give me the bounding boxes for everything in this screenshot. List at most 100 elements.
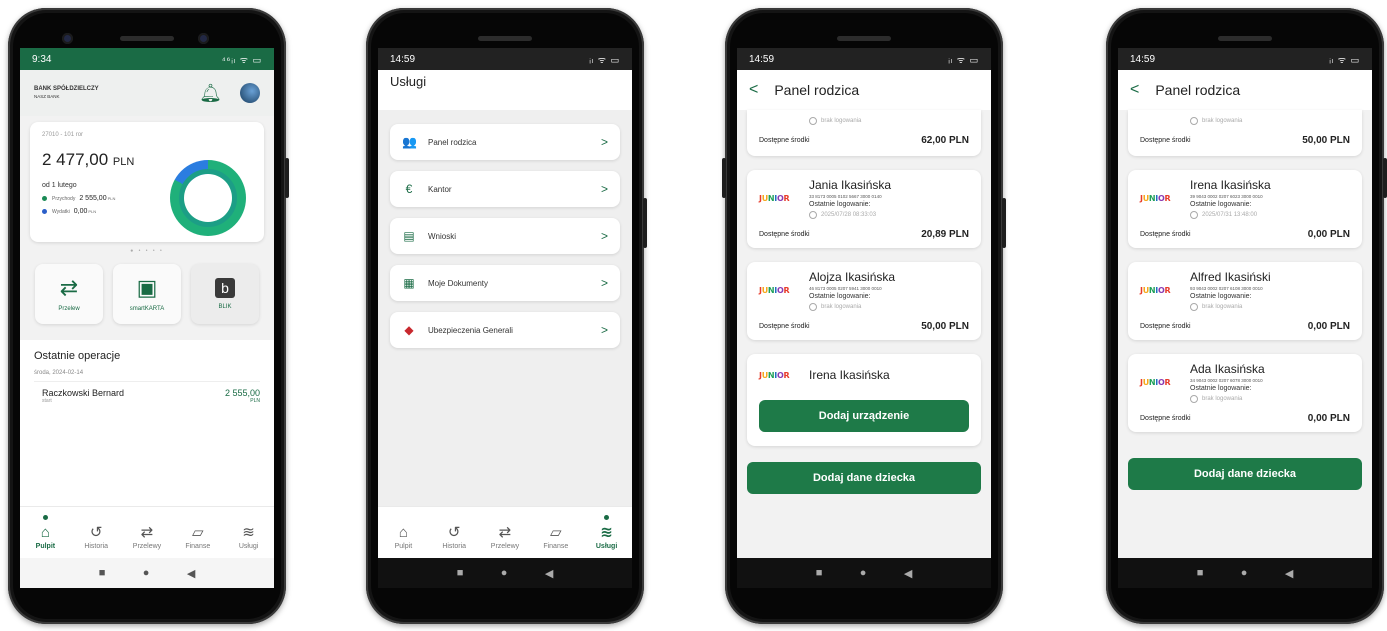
status-time: 9:34	[32, 53, 52, 65]
screen-dashboard: 9:34 ⁴⁶ᵢₗ ᯤ ▭ BANK SPÓŁDZIELCZY NASZ BAN…	[20, 48, 274, 588]
tab-historia[interactable]: ↺ Historia	[432, 525, 476, 551]
app-header: BANK SPÓŁDZIELCZY NASZ BANK 🔔︎	[20, 70, 274, 116]
avatar[interactable]	[240, 83, 260, 103]
last-login-label: Ostatnie logowanie:	[809, 293, 871, 300]
add-device-button[interactable]: Dodaj urządzenie	[759, 400, 969, 432]
back-icon[interactable]: ◀	[187, 567, 195, 580]
service-ubezpieczenia[interactable]: ◆ Ubezpieczenia Generali >	[390, 312, 620, 348]
screen-parent-panel: 14:59 ᵢₗ ᯤ ▭ < Panel rodzica brak logowa…	[1118, 48, 1372, 588]
pending-child-card: JUNIOR Irena Ikasińska Dodaj urządzenie	[747, 354, 981, 446]
clock-icon	[1190, 211, 1198, 219]
bank-logo: BANK SPÓŁDZIELCZY NASZ BANK	[34, 86, 99, 100]
service-panel-rodzica[interactable]: 👥 Panel rodzica >	[390, 124, 620, 160]
child-name: Ada Ikasińska	[1190, 362, 1265, 376]
phone-parent-panel-2: 14:59 ᵢₗ ᯤ ▭ < Panel rodzica brak logowa…	[1106, 8, 1387, 624]
child-card[interactable]: JUNIOR Alfred Ikasiński 93 9043 0002 020…	[1128, 262, 1362, 340]
transfers-icon: ⇄	[498, 524, 512, 541]
back-arrow-icon[interactable]: <	[749, 81, 758, 99]
chevron-right-icon: >	[600, 229, 608, 243]
quick-actions: ⇄ Przelew ▣ smartKARTA b BLIK	[20, 264, 274, 324]
child-name: Irena Ikasińska	[1190, 178, 1271, 192]
status-bar: 14:59 ᵢₗ ᯤ ▭	[737, 48, 991, 70]
qr-icon: ▣	[136, 275, 158, 300]
android-nav: ■ ● ◀	[737, 558, 991, 588]
bank-name: BANK SPÓŁDZIELCZY	[34, 86, 99, 92]
tab-finanse[interactable]: ▱ Finanse	[176, 525, 220, 551]
title-bar: < Panel rodzica	[737, 70, 991, 110]
speaker	[837, 36, 891, 41]
child-name: Irena Ikasińska	[809, 368, 890, 382]
recents-icon[interactable]: ■	[457, 567, 464, 579]
smartkarta-button[interactable]: ▣ smartKARTA	[113, 264, 181, 324]
junior-logo: JUNIOR	[1140, 378, 1171, 387]
back-arrow-icon[interactable]: <	[1130, 81, 1139, 99]
tab-historia[interactable]: ↺ Historia	[74, 524, 118, 551]
android-nav: ■ ● ◀	[378, 558, 632, 588]
child-card[interactable]: JUNIOR Ada Ikasińska 34 9043 0002 0207 6…	[1128, 354, 1362, 432]
add-child-button[interactable]: Dodaj dane dziecka	[747, 462, 981, 494]
clock-icon	[809, 211, 817, 219]
home-button-icon[interactable]: ●	[860, 567, 867, 579]
child-card[interactable]: brak logowania Dostępne środki 50,00 PLN	[1128, 110, 1362, 156]
child-card[interactable]: brak logowania Dostępne środki 62,00 PLN	[747, 110, 981, 156]
home-button-icon[interactable]: ●	[501, 567, 508, 579]
tab-uslugi[interactable]: ≋ Usługi	[227, 525, 271, 551]
back-icon[interactable]: ◀	[1285, 567, 1293, 580]
child-account: 93 9043 0002 0207 6108 3000 0010	[1190, 286, 1263, 291]
stage: 9:34 ⁴⁶ᵢₗ ᯤ ▭ BANK SPÓŁDZIELCZY NASZ BAN…	[0, 0, 1387, 631]
home-button-icon[interactable]: ●	[143, 567, 150, 579]
wallet-icon: ▱	[550, 524, 562, 541]
service-moje-dokumenty[interactable]: ▦ Moje Dokumenty >	[390, 265, 620, 301]
tab-przelewy[interactable]: ⇄ Przelewy	[125, 524, 169, 551]
phone-dashboard: 9:34 ⁴⁶ᵢₗ ᯤ ▭ BANK SPÓŁDZIELCZY NASZ BAN…	[8, 8, 289, 624]
tab-finanse[interactable]: ▱ Finanse	[534, 524, 578, 551]
tab-pulpit[interactable]: ⌂ Pulpit	[381, 525, 425, 551]
bell-icon[interactable]: 🔔︎	[199, 83, 222, 104]
transfer-button[interactable]: ⇄ Przelew	[35, 264, 103, 324]
transfers-icon: ⇄	[140, 524, 154, 541]
generali-icon: ◆	[404, 323, 414, 337]
account-card[interactable]: 27010 - 101 ror 2 477,00 PLN od 1 lutego…	[30, 122, 264, 242]
tab-przelewy[interactable]: ⇄ Przelewy	[483, 524, 527, 551]
history-icon: ↺	[89, 524, 103, 541]
account-number: 27010 - 101 ror	[42, 132, 84, 138]
tab-bar: ⌂ Pulpit ↺ Historia ⇄ Przelewy ▱ Finanse ≋ Us…	[20, 506, 274, 558]
status-icons: ᵢₗ ᯤ ▭	[589, 54, 620, 65]
tab-uslugi[interactable]: ≋ Usługi	[585, 515, 629, 550]
chevron-right-icon: >	[600, 323, 608, 337]
side-button	[1002, 198, 1006, 248]
status-time: 14:59	[749, 53, 775, 65]
camera-icon	[62, 33, 73, 44]
android-nav: ■ ● ◀	[20, 558, 274, 588]
back-icon[interactable]: ◀	[545, 567, 553, 580]
blik-button[interactable]: b BLIK	[191, 264, 259, 324]
junior-logo: JUNIOR	[759, 194, 790, 203]
sensor-icon	[198, 33, 209, 44]
child-card[interactable]: JUNIOR Irena Ikasińska 39 9043 0002 0207…	[1128, 170, 1362, 248]
operation-row[interactable]: Raczkowski Bernard start 2 555,00 PLN	[34, 388, 260, 404]
recents-icon[interactable]: ■	[816, 567, 823, 579]
status-time: 14:59	[390, 53, 416, 65]
android-nav: ■ ● ◀	[1118, 558, 1372, 588]
junior-logo: JUNIOR	[759, 370, 790, 380]
ops-title: Ostatnie operacje	[34, 350, 121, 362]
service-kantor[interactable]: € Kantor >	[390, 171, 620, 207]
recents-icon[interactable]: ■	[99, 567, 106, 579]
tab-pulpit[interactable]: ⌂ Pulpit	[23, 515, 67, 550]
balance-donut-chart	[170, 160, 246, 236]
phone-top	[725, 28, 1003, 48]
services-list: 👥 Panel rodzica > € Kantor > ▤ Wnioski > ▦ Moje…	[378, 110, 632, 530]
add-child-button[interactable]: Dodaj dane dziecka	[1128, 458, 1362, 490]
back-icon[interactable]: ◀	[904, 567, 912, 580]
chevron-right-icon: >	[600, 135, 608, 149]
children-list: brak logowania Dostępne środki 62,00 PLN …	[737, 110, 991, 494]
home-button-icon[interactable]: ●	[1241, 567, 1248, 579]
page-indicator: ● • • • •	[130, 248, 164, 254]
service-wnioski[interactable]: ▤ Wnioski >	[390, 218, 620, 254]
currency-icon: €	[405, 182, 413, 196]
phone-parent-panel-1: 14:59 ᵢₗ ᯤ ▭ < Panel rodzica brak logowa…	[722, 8, 1006, 624]
recents-icon[interactable]: ■	[1197, 567, 1204, 579]
child-card[interactable]: JUNIOR Jania Ikasińska 33 8173 0005 0102…	[747, 170, 981, 248]
status-icons: ⁴⁶ᵢₗ ᯤ ▭	[221, 54, 262, 65]
child-card[interactable]: JUNIOR Alojza Ikasińska 46 8173 0005 020…	[747, 262, 981, 340]
